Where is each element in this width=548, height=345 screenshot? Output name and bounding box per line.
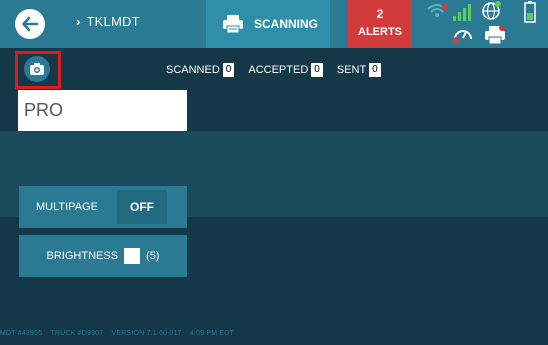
brightness-value: (5) — [146, 250, 160, 262]
pro-field[interactable]: PRO — [18, 90, 187, 131]
accepted-counter: ACCEPTED 0 — [248, 63, 323, 77]
tab-scanning[interactable]: SCANNING — [206, 0, 330, 48]
tab-scanning-label: SCANNING — [254, 17, 319, 31]
alerts-label: ALERTS — [358, 26, 402, 38]
scanned-label: SCANNED — [166, 64, 220, 76]
gauge-icon — [453, 30, 472, 43]
sent-value: 0 — [369, 63, 381, 77]
back-button[interactable] — [15, 9, 45, 39]
signal-bars-icon — [453, 4, 471, 21]
top-bar: › TKLMDT SCANNING 2 ALERTS — [0, 0, 548, 48]
brightness-label: BRIGHTNESS — [46, 250, 119, 262]
brightness-swatch — [124, 248, 141, 264]
wifi-icon — [427, 4, 448, 17]
scanned-value: 0 — [222, 63, 235, 77]
brightness-button[interactable]: BRIGHTNESS (5) — [19, 235, 187, 277]
scanned-counter: SCANNED 0 — [166, 63, 235, 77]
sent-label: SENT — [336, 64, 367, 76]
camera-icon — [30, 63, 44, 75]
scan-counters: SCANNED 0 ACCEPTED 0 SENT 0 — [166, 63, 381, 77]
multipage-label: MULTIPAGE — [36, 201, 98, 213]
printer-icon — [223, 15, 243, 34]
printer-icon — [485, 25, 505, 45]
alerts-count: 2 — [376, 7, 384, 21]
footer-truck: TRUCK #D9907 — [50, 330, 104, 337]
multipage-toggle[interactable]: MULTIPAGE OFF — [19, 186, 187, 228]
footer-mdt: MDT #43955 — [0, 330, 43, 337]
footer-version: VERSION 7.1.60.017 — [111, 330, 182, 337]
globe-icon — [482, 1, 501, 20]
chevron-right-icon: › — [76, 14, 81, 29]
multipage-state[interactable]: OFF — [117, 190, 167, 224]
status-icons — [418, 0, 548, 48]
accepted-value: 0 — [311, 63, 323, 77]
accepted-label: ACCEPTED — [248, 64, 309, 76]
route-selector[interactable]: › TKLMDT — [76, 14, 140, 29]
battery-icon — [524, 1, 536, 23]
app-root: › TKLMDT SCANNING 2 ALERTS SCANNED 0 ACC… — [0, 0, 548, 345]
route-label: TKLMDT — [86, 14, 140, 29]
footer-time: 4:09 PM EDT — [189, 330, 235, 337]
footer-info: MDT #43955 TRUCK #D9907 VERSION 7.1.60.0… — [0, 330, 548, 337]
camera-button[interactable] — [24, 56, 50, 82]
back-arrow-icon — [22, 16, 39, 32]
alerts-button[interactable]: 2 ALERTS — [348, 0, 412, 48]
sent-counter: SENT 0 — [337, 63, 381, 77]
